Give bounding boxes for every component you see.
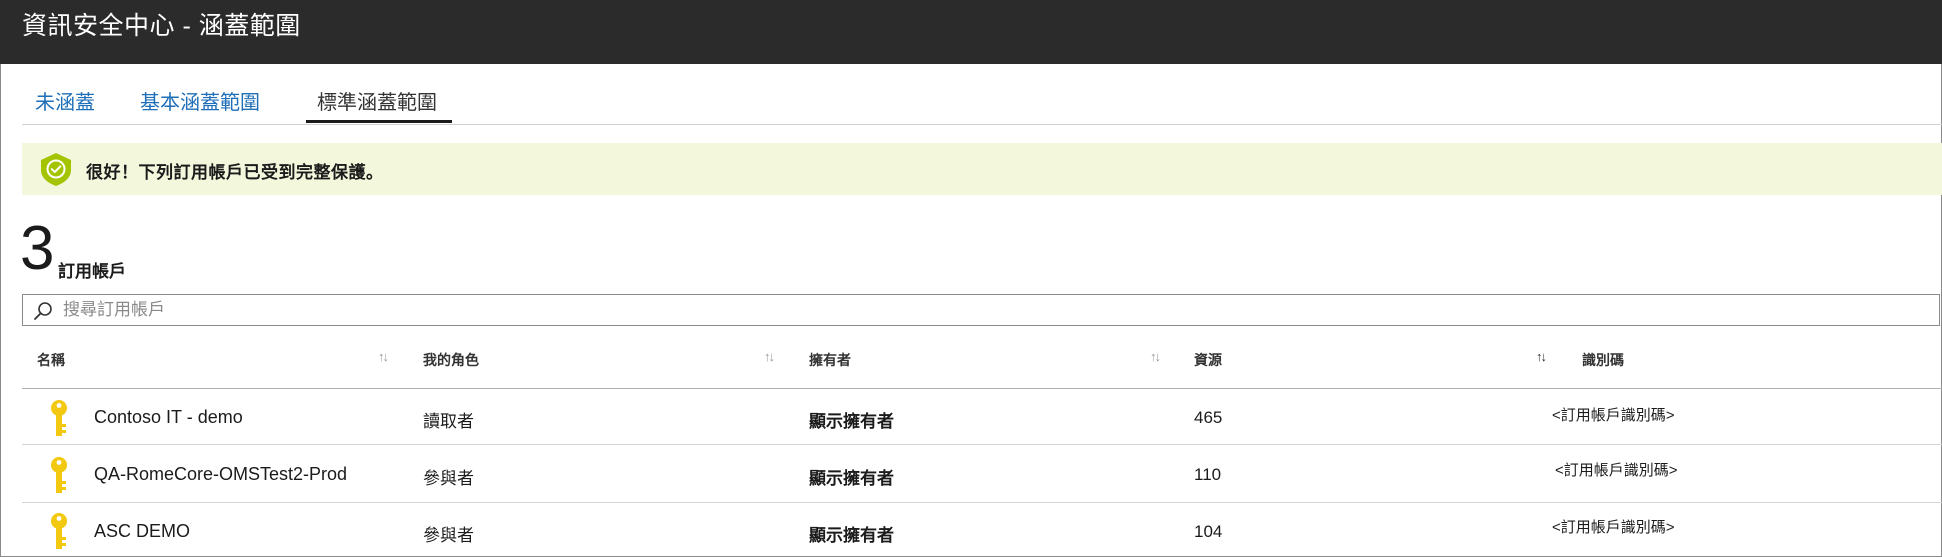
resources-cell: 465 [1194,408,1223,427]
column-header-role[interactable]: 我的角色 [423,350,479,370]
key-icon [51,513,67,549]
search-input[interactable] [59,295,1927,325]
page-title: 資訊安全中心 - 涵蓋範圍 [22,12,301,40]
resources-cell: 104 [1194,522,1223,541]
subscription-name[interactable]: ASC DEMO [94,521,190,542]
tab-bar: 未涵蓋 基本涵蓋範圍 標準涵蓋範圍 [0,64,1942,126]
show-owner-link[interactable]: 顯示擁有者 [809,407,894,432]
header-divider [22,388,1942,389]
show-owner-link[interactable]: 顯示擁有者 [809,521,894,546]
subscription-count: 3 [20,214,55,283]
subscription-name[interactable]: QA-RomeCore-OMSTest2-Prod [94,464,347,485]
resources-cell: 110 [1194,465,1222,484]
shield-check-icon [41,153,71,186]
sort-owner-icon[interactable]: ↑↓ [1150,349,1161,364]
subscription-id-cell: <訂用帳戶識別碼> [1555,462,1678,479]
tab-basic-coverage[interactable]: 基本涵蓋範圍 [140,86,260,115]
sort-role-icon[interactable]: ↑↓ [764,349,775,364]
tab-not-covered[interactable]: 未涵蓋 [35,86,95,115]
subscription-id-cell: <訂用帳戶識別碼> [1552,519,1675,536]
tabs-divider [22,124,1942,125]
show-owner-link[interactable]: 顯示擁有者 [809,464,894,489]
search-box[interactable] [22,294,1940,326]
status-banner: 很好！下列訂用帳戶已受到完整保護。 [22,143,1942,195]
sort-name-icon[interactable]: ↑↓ [378,349,389,364]
column-header-owner[interactable]: 擁有者 [809,350,851,370]
role-cell: 讀取者 [423,412,474,431]
row-divider [22,444,1942,445]
key-icon [51,400,67,436]
column-header-resources[interactable]: 資源 [1194,350,1222,370]
column-header-name[interactable]: 名稱 [37,350,65,370]
subscription-name[interactable]: Contoso IT - demo [94,407,243,428]
tab-standard-coverage[interactable]: 標準涵蓋範圍 [317,86,437,115]
title-bar: 資訊安全中心 - 涵蓋範圍 [0,0,1942,64]
role-cell: 參與者 [423,469,474,488]
role-cell: 參與者 [423,526,474,545]
row-divider [22,502,1942,503]
search-icon [34,302,52,320]
sort-resources-icon[interactable]: ↑↓ [1536,349,1547,364]
active-tab-indicator [306,120,452,123]
subscription-count-label: 訂用帳戶 [58,262,126,281]
column-header-id[interactable]: 識別碼 [1582,350,1624,370]
banner-message: 很好！下列訂用帳戶已受到完整保護。 [86,163,384,182]
subscription-id-cell: <訂用帳戶識別碼> [1552,407,1675,424]
key-icon [51,457,67,493]
